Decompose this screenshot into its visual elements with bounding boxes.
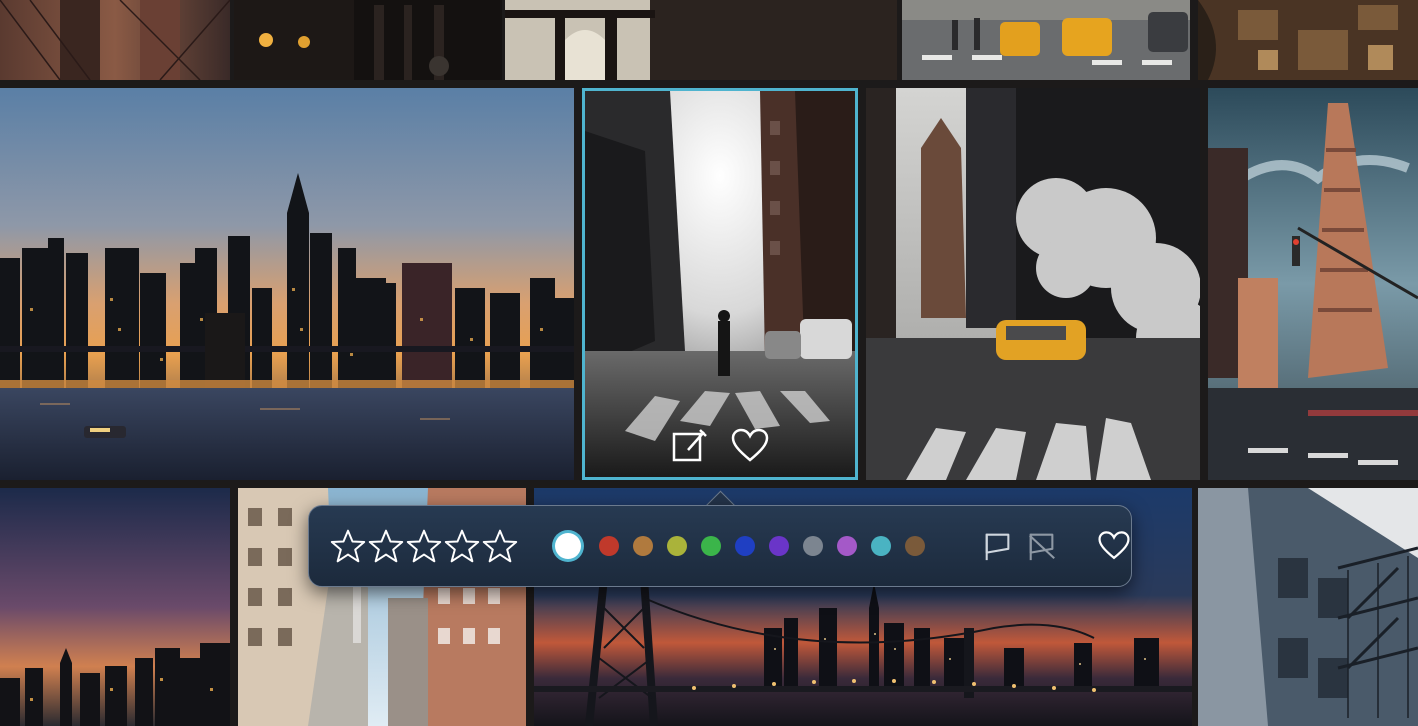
color-swatch-violet[interactable] bbox=[837, 536, 857, 556]
photo-rooftops-aerial[interactable] bbox=[1198, 0, 1418, 80]
color-swatch-green[interactable] bbox=[701, 536, 721, 556]
photo-skyline-sunset-river[interactable] bbox=[0, 88, 574, 480]
photo-street-person-fog[interactable] bbox=[582, 88, 858, 480]
color-swatch-yellow[interactable] bbox=[667, 536, 687, 556]
heart-icon[interactable] bbox=[729, 425, 771, 467]
color-swatch-none[interactable] bbox=[555, 533, 581, 559]
photo-image bbox=[1198, 0, 1418, 80]
photo-brooklyn-bridge-cables[interactable] bbox=[0, 0, 230, 80]
heart-icon[interactable] bbox=[1097, 528, 1131, 564]
color-swatch-brown[interactable] bbox=[905, 536, 925, 556]
photo-steam-taxi-street[interactable] bbox=[866, 88, 1200, 480]
photo-skyline-dusk[interactable] bbox=[0, 488, 230, 726]
color-swatch-orange[interactable] bbox=[633, 536, 653, 556]
photo-image bbox=[234, 0, 502, 80]
color-swatch-red[interactable] bbox=[599, 536, 619, 556]
toolbar-panel bbox=[308, 505, 1132, 587]
photo-image bbox=[1198, 488, 1418, 726]
label-toolbar bbox=[308, 490, 1132, 587]
color-swatch-gray[interactable] bbox=[803, 536, 823, 556]
photo-image bbox=[585, 91, 855, 477]
color-swatch-blue[interactable] bbox=[735, 536, 755, 556]
photo-image bbox=[0, 488, 230, 726]
photo-image bbox=[866, 88, 1200, 480]
unflag-icon[interactable] bbox=[1025, 528, 1059, 564]
color-labels bbox=[553, 533, 939, 559]
photo-manhattan-bridge-arch[interactable] bbox=[505, 0, 897, 80]
color-swatch-teal[interactable] bbox=[871, 536, 891, 556]
photo-fire-escapes[interactable] bbox=[1198, 488, 1418, 726]
photo-image bbox=[902, 0, 1190, 80]
flag-controls bbox=[981, 528, 1059, 564]
photo-image bbox=[1208, 88, 1418, 480]
star-icon[interactable] bbox=[443, 527, 481, 565]
star-icon[interactable] bbox=[405, 527, 443, 565]
color-swatch-purple[interactable] bbox=[769, 536, 789, 556]
star-icon[interactable] bbox=[481, 527, 519, 565]
star-icon[interactable] bbox=[367, 527, 405, 565]
photo-actions bbox=[585, 425, 855, 467]
star-icon[interactable] bbox=[329, 527, 367, 565]
photo-taxi-crosswalk[interactable] bbox=[902, 0, 1190, 80]
photo-image bbox=[505, 0, 897, 80]
photo-image bbox=[0, 88, 574, 480]
photo-dark-street-lamps[interactable] bbox=[234, 0, 502, 80]
edit-icon[interactable] bbox=[669, 425, 711, 467]
photo-image bbox=[0, 0, 230, 80]
star-rating bbox=[329, 527, 519, 565]
flag-icon[interactable] bbox=[981, 528, 1015, 564]
photo-flatiron-building[interactable] bbox=[1208, 88, 1418, 480]
